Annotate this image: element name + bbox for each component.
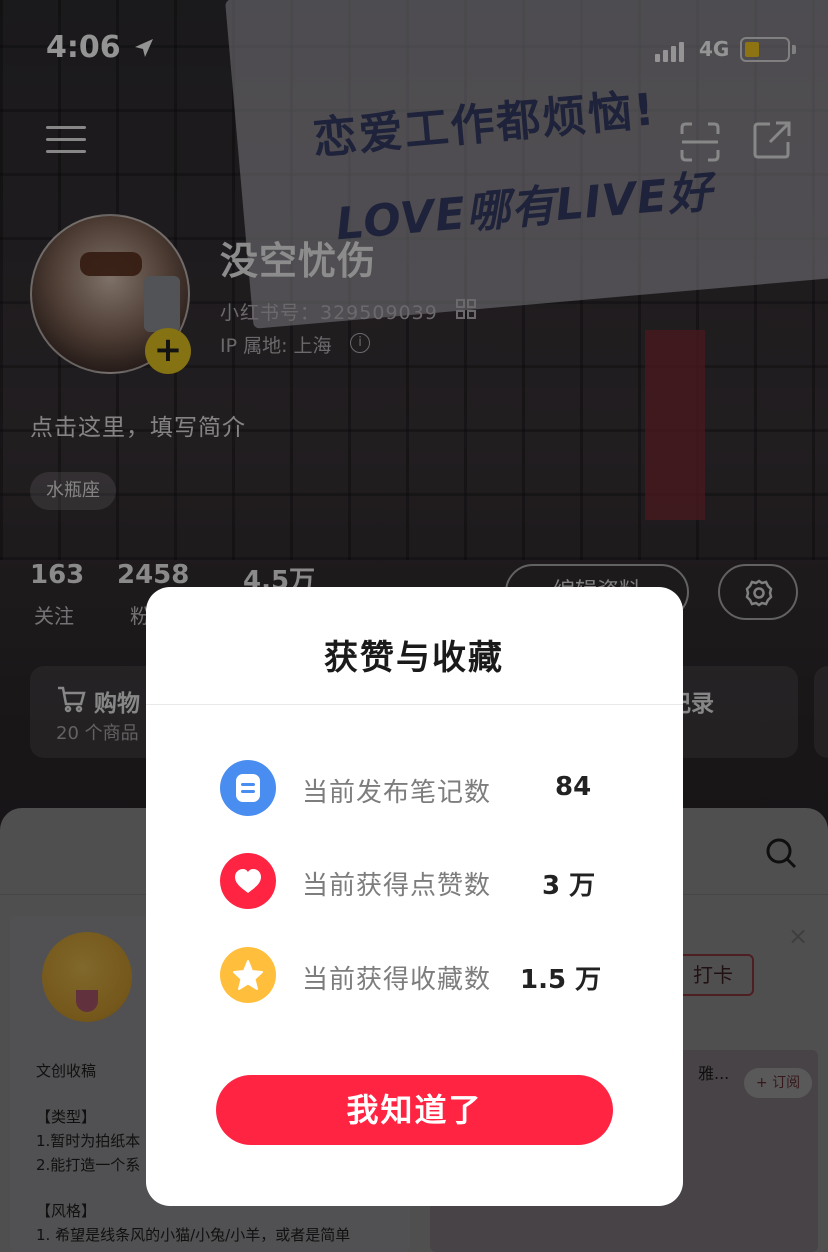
note-icon [220, 760, 276, 816]
dialog-divider [146, 704, 683, 705]
notes-count-value: 84 [555, 772, 592, 802]
likes-count-label: 当前获得点赞数 [302, 871, 492, 901]
notes-count-label: 当前发布笔记数 [302, 778, 492, 808]
heart-icon [220, 853, 276, 909]
confirm-button[interactable]: 我知道了 [216, 1075, 613, 1145]
collects-count-value: 1.5 万 [520, 965, 602, 995]
star-icon [220, 947, 276, 1003]
collects-count-label: 当前获得收藏数 [302, 965, 492, 995]
dialog-title: 获赞与收藏 [324, 638, 504, 678]
likes-count-value: 3 万 [542, 871, 596, 901]
